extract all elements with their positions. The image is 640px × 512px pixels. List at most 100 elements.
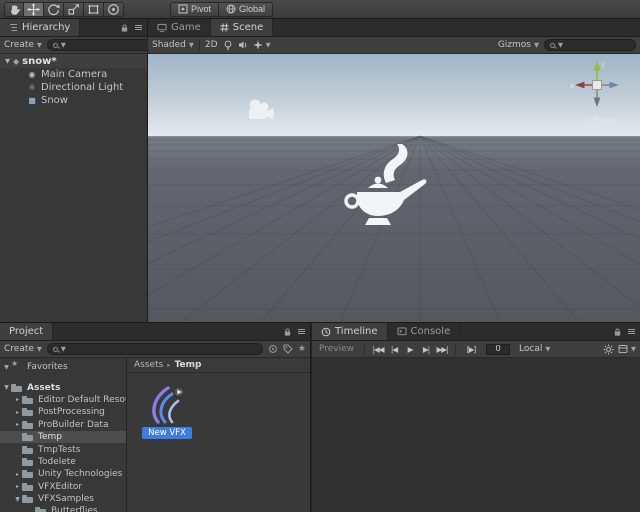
scene-audio-toggle[interactable]	[238, 40, 248, 50]
vfx-graph-asset-icon	[149, 385, 185, 425]
tab-project[interactable]: Project	[0, 323, 53, 340]
chevron-down-icon: ▼	[189, 41, 194, 49]
hand-tool[interactable]	[4, 2, 24, 17]
panel-menu-icon[interactable]	[627, 327, 636, 336]
hierarchy-item[interactable]: ■ Snow	[0, 94, 147, 107]
project-create-dropdown[interactable]: Create ▼	[4, 344, 42, 354]
next-frame-button[interactable]: ▶|	[418, 343, 434, 356]
scene-asset-icon: ◆	[13, 57, 19, 66]
project-tree-item[interactable]: ▸ VFXEditor	[0, 481, 126, 493]
foldout-arrow-icon[interactable]: ▸	[13, 421, 22, 428]
lock-icon[interactable]	[613, 327, 622, 337]
rotate-tool-icon	[47, 3, 60, 16]
foldout-arrow-icon[interactable]: ▸	[13, 483, 22, 490]
foldout-arrow-icon[interactable]: ▸	[13, 471, 22, 478]
preview-toggle[interactable]: Preview	[319, 344, 354, 354]
project-tree-item[interactable]: ▸ PostProcessing	[0, 406, 126, 418]
frame-number-field[interactable]	[486, 344, 510, 355]
panel-menu-icon[interactable]	[134, 23, 143, 32]
scene-search-field[interactable]: ▼	[544, 39, 636, 51]
local-label: Local	[519, 344, 542, 354]
tab-timeline[interactable]: Timeline	[312, 323, 388, 340]
project-folder-tree: ▼ Favorites ▼ Assets ▸ Editor Default R	[0, 358, 127, 512]
tab-console[interactable]: Console	[388, 323, 461, 340]
breadcrumb-root[interactable]: Assets	[134, 360, 163, 370]
settings-gear-icon[interactable]	[603, 344, 614, 355]
hierarchy-item[interactable]: ◉ Main Camera	[0, 68, 147, 81]
tab-scene[interactable]: Scene	[211, 19, 274, 36]
asset-item-new-vfx[interactable]: New VFX	[139, 385, 195, 439]
breadcrumb-current[interactable]: Temp	[175, 360, 202, 370]
project-search-input[interactable]	[69, 344, 257, 354]
hierarchy-item[interactable]: ☼ Directional Light	[0, 81, 147, 94]
goto-start-button[interactable]: |◀◀	[370, 343, 386, 356]
transform-tool-icon	[107, 3, 120, 16]
scene-orientation-gizmo[interactable]: y x	[570, 58, 624, 112]
move-tool[interactable]	[24, 2, 44, 17]
scale-tool[interactable]	[64, 2, 84, 17]
perspective-mode-label[interactable]: < Persp	[583, 116, 618, 126]
camera-gizmo-icon[interactable]	[244, 98, 278, 124]
prev-frame-button[interactable]: |◀	[386, 343, 402, 356]
scene-name: snow*	[22, 56, 56, 67]
scene-lighting-toggle[interactable]	[223, 40, 233, 51]
folder-icon	[22, 432, 35, 442]
hierarchy-tabbar: Hierarchy	[0, 19, 147, 37]
foldout-arrow-icon[interactable]: ▸	[13, 409, 22, 416]
scene-header-row[interactable]: ▼ ◆ snow*	[0, 54, 147, 68]
project-tree-item[interactable]: ▸ Editor Default Resources	[0, 394, 126, 406]
project-tree-item[interactable]: Butterflies	[0, 505, 126, 512]
project-tree-item[interactable]: ▸ ProBuilder Data	[0, 419, 126, 431]
search-by-type-icon[interactable]	[268, 344, 278, 354]
divider	[199, 40, 200, 51]
rect-tool[interactable]	[84, 2, 104, 17]
lock-icon[interactable]	[120, 23, 129, 33]
timeline-track-area[interactable]	[312, 358, 640, 512]
project-tabbar: Project	[0, 323, 310, 341]
scene-toolbar: Shaded ▼ 2D	[148, 37, 640, 54]
lock-icon[interactable]	[283, 327, 292, 337]
project-tree-item[interactable]: Temp	[0, 431, 126, 443]
folder-label: PostProcessing	[38, 407, 105, 417]
project-tree-item[interactable]: TmpTests	[0, 443, 126, 455]
transform-tool[interactable]	[104, 2, 124, 17]
foldout-arrow-icon[interactable]: ▼	[2, 364, 11, 371]
project-tree-item[interactable]: ▼ Favorites	[0, 361, 126, 373]
panel-menu-icon[interactable]	[297, 327, 306, 336]
foldout-arrow-icon[interactable]: ▸	[13, 396, 22, 403]
y-axis-cone	[593, 61, 600, 71]
rotate-tool[interactable]	[44, 2, 64, 17]
foldout-arrow-icon[interactable]: ▼	[5, 57, 10, 65]
foldout-arrow-icon[interactable]: ▼	[13, 496, 22, 503]
console-tab-icon	[397, 327, 407, 336]
project-tree-item[interactable]: ▼ Assets	[0, 381, 126, 393]
gizmos-dropdown[interactable]: Gizmos ▼	[498, 40, 539, 50]
goto-end-button[interactable]: ▶▶|	[434, 343, 450, 356]
project-search-field[interactable]: ▼	[47, 343, 263, 355]
project-tree-item[interactable]: ▸ Unity Technologies	[0, 468, 126, 480]
folder-label: TmpTests	[38, 445, 80, 455]
global-toggle-button[interactable]: Global	[219, 2, 273, 17]
reference-mode-dropdown[interactable]: Local ▼	[519, 344, 550, 354]
shading-mode-dropdown[interactable]: Shaded ▼	[152, 40, 194, 50]
project-tree-item[interactable]: ▼ VFXSamples	[0, 493, 126, 505]
save-search-star-icon[interactable]: ★	[298, 344, 306, 354]
vfx-lamp-gizmo-icon[interactable]	[342, 142, 436, 234]
project-tree-item[interactable]: Todelete	[0, 456, 126, 468]
effects-dropdown[interactable]: ▼	[253, 40, 271, 50]
tab-game[interactable]: Game	[148, 19, 211, 36]
tab-hierarchy[interactable]: Hierarchy	[0, 19, 80, 36]
search-icon	[53, 43, 58, 48]
hierarchy-create-dropdown[interactable]: Create ▼	[4, 40, 42, 50]
play-button[interactable]: ▶	[402, 343, 418, 356]
asset-grid[interactable]: New VFX	[127, 373, 310, 512]
search-by-label-icon[interactable]	[283, 344, 293, 354]
timeline-options-dropdown[interactable]: ▼	[618, 344, 636, 354]
search-icon	[53, 347, 58, 352]
foldout-arrow-icon[interactable]: ▼	[2, 384, 11, 391]
play-range-toggle[interactable]: [▶]	[461, 343, 481, 356]
scene-viewport[interactable]: y x < Persp	[148, 54, 640, 322]
pivot-toggle-button[interactable]: Pivot	[170, 2, 219, 17]
scene-search-input[interactable]	[566, 40, 630, 50]
toggle-2d-button[interactable]: 2D	[205, 40, 218, 50]
